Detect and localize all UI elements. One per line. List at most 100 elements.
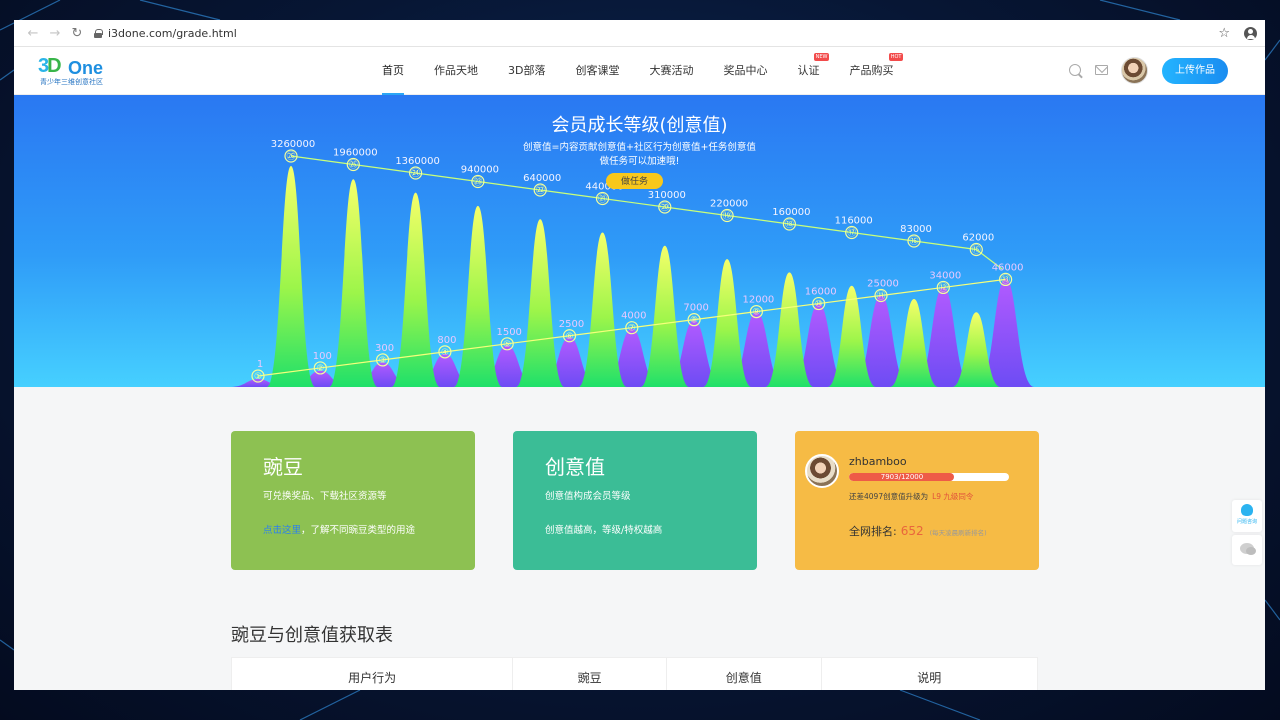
low-level-value: 800	[437, 335, 456, 346]
green-peak	[266, 166, 316, 387]
url-text[interactable]: i3done.com/grade.html	[108, 27, 237, 40]
address-bar: ← → ↻ i3done.com/grade.html ☆	[14, 20, 1265, 47]
rank-line: 全网排名: 652 (每天凌晨刷新排名)	[849, 523, 987, 539]
rank-note: (每天凌晨刷新排名)	[929, 529, 987, 537]
low-level-number: ⑦	[628, 324, 636, 334]
upgrade-level: L9 九级同令	[932, 492, 974, 501]
low-level-value: 2500	[559, 319, 584, 330]
high-level-number: ⑯	[909, 236, 918, 247]
back-icon[interactable]: ←	[22, 26, 44, 41]
th-creative: 创意值	[667, 658, 822, 690]
reload-icon[interactable]: ↻	[66, 26, 88, 41]
wechat-icon	[1240, 543, 1256, 555]
user-name[interactable]: zhbamboo	[849, 455, 907, 468]
high-level-number: ⑰	[847, 228, 856, 239]
low-level-value: 1	[257, 359, 263, 370]
user-card: zhbamboo 7903/12000 还差4097创意值升级为 L9 九级同令 …	[795, 431, 1039, 570]
nav-item-home[interactable]: 首页	[382, 47, 404, 95]
nav-item-buy[interactable]: 产品购买 HOT	[849, 47, 904, 95]
avatar[interactable]	[1121, 57, 1148, 84]
hero-title: 会员成长等级(创意值)	[551, 115, 728, 136]
account-icon[interactable]	[1244, 26, 1257, 40]
upload-button[interactable]: 上传作品	[1162, 58, 1228, 84]
qa-icon	[1241, 504, 1253, 516]
high-level-number: ㉑	[598, 194, 607, 205]
logo-one-text: One	[68, 58, 104, 78]
nav-item-prizes[interactable]: 奖品中心	[723, 47, 767, 95]
low-level-number: ②	[316, 364, 324, 374]
low-level-number: ⑥	[565, 332, 573, 342]
high-level-number: ⑲	[723, 211, 732, 222]
high-level-value: 220000	[710, 199, 748, 210]
table-title: 豌豆与创意值获取表	[231, 625, 393, 646]
high-level-number: ㉒	[536, 185, 545, 196]
nav-item-works[interactable]: 作品天地	[434, 47, 478, 95]
new-badge: NEW	[813, 53, 830, 61]
lock-icon[interactable]	[94, 28, 103, 38]
low-level-number: ⑧	[690, 316, 698, 326]
high-level-number: ⑱	[785, 219, 794, 230]
main-nav: 首页 作品天地 3D部落 创客课堂 大赛活动 奖品中心 认证 NEW 产品购买 HO…	[382, 47, 923, 95]
high-level-value: 62000	[962, 233, 994, 244]
upgrade-msg: 还差4097创意值升级为	[849, 492, 929, 501]
green-peak	[329, 179, 378, 387]
bookmark-star-icon[interactable]: ☆	[1218, 26, 1230, 41]
do-task-button[interactable]: 做任务	[606, 173, 663, 189]
wandou-link-line: 点击这里，了解不同豌豆类型的用途	[263, 522, 415, 536]
logo-3d-mark: 3D	[38, 55, 62, 77]
wandou-card: 豌豆 可兑换奖品、下载社区资源等 点击这里，了解不同豌豆类型的用途	[231, 431, 475, 570]
site-logo[interactable]: 3D One 青少年三维创意社区	[38, 55, 108, 87]
wechat-widget[interactable]	[1232, 535, 1262, 565]
user-progress-bar: 7903/12000	[849, 473, 1009, 481]
creative-title: 创意值	[545, 455, 605, 479]
low-level-number: ⑫	[939, 282, 948, 293]
qa-label: 问题咨询	[1236, 519, 1257, 525]
browser-window: ← → ↻ i3done.com/grade.html ☆ 3D One 青少年…	[14, 20, 1265, 690]
forward-icon[interactable]: →	[44, 26, 66, 41]
wandou-click-here-link[interactable]: 点击这里	[263, 525, 301, 536]
wandou-desc: 可兑换奖品、下载社区资源等	[263, 491, 387, 502]
mail-icon[interactable]	[1095, 65, 1108, 75]
logo-subtitle: 青少年三维创意社区	[40, 78, 103, 86]
nav-item-certify[interactable]: 认证 NEW	[797, 47, 830, 95]
user-avatar[interactable]	[805, 454, 839, 488]
site-header: 3D One 青少年三维创意社区 首页 作品天地 3D部落 创客课堂 大赛活动 …	[14, 47, 1265, 95]
low-level-value: 46000	[992, 262, 1024, 273]
high-level-number: ⑳	[660, 202, 669, 213]
high-level-value: 160000	[772, 207, 810, 218]
low-level-value: 1500	[496, 327, 521, 338]
high-level-number: ㉔	[411, 168, 420, 179]
th-note: 说明	[917, 671, 942, 685]
high-level-value: 83000	[900, 224, 932, 235]
hero-tip: 做任务可以加速哦!	[599, 156, 680, 167]
low-level-value: 12000	[742, 295, 774, 306]
high-level-number: ⑮	[972, 245, 981, 256]
low-level-number: ③	[379, 356, 387, 366]
th-user-action: 用户行为	[232, 658, 514, 690]
low-level-number: ⑪	[876, 291, 885, 302]
green-peak	[516, 219, 565, 387]
low-level-number: ⑤	[503, 340, 511, 350]
low-level-value: 34000	[929, 270, 961, 281]
low-level-number: ⑩	[815, 300, 823, 310]
creative-card: 创意值 创意值构成会员等级 创意值越高，等级/特权越高	[513, 431, 757, 570]
low-level-value: 25000	[867, 279, 899, 290]
low-level-value: 300	[375, 343, 394, 354]
nav-item-3d-tribe[interactable]: 3D部落	[508, 47, 545, 95]
low-level-number: ⑬	[1001, 274, 1010, 285]
nav-item-contests[interactable]: 大赛活动	[649, 47, 693, 95]
high-level-number: ㉓	[473, 177, 482, 188]
level-hero: ① 1 ② 100 ③ 300 ④ 800 ⑤ 1500 ⑥ 2500 ⑦ 4000 ⑧ 7000 ⑨ 12000…	[14, 95, 1265, 387]
hero-formula: 创意值=内容贡献创意值+社区行为创意值+任务创意值	[523, 142, 756, 153]
th-wandou: 豌豆	[513, 658, 667, 690]
rank-value: 652	[900, 524, 924, 538]
low-level-value: 7000	[683, 303, 708, 314]
high-level-value: 310000	[648, 190, 686, 201]
qa-widget[interactable]: 问题咨询	[1232, 500, 1262, 532]
nav-item-maker-class[interactable]: 创客课堂	[575, 47, 619, 95]
wandou-link-rest: ，了解不同豌豆类型的用途	[301, 525, 416, 536]
hot-badge: HOT	[888, 53, 904, 61]
low-level-number: ①	[254, 372, 262, 382]
search-icon[interactable]	[1069, 64, 1081, 76]
high-level-value: 116000	[835, 216, 873, 227]
